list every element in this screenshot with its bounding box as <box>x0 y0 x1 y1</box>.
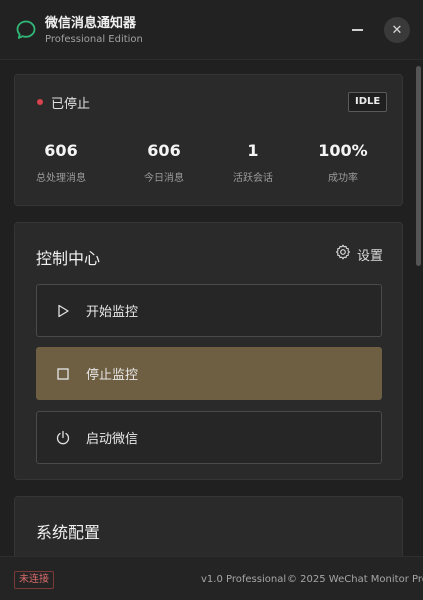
start-monitoring-button[interactable]: 开始监控 <box>36 284 382 337</box>
close-icon: ✕ <box>391 22 403 38</box>
stat-label: 成功率 <box>328 173 358 184</box>
stat-value: 100% <box>318 141 368 160</box>
scrollbar-thumb[interactable] <box>416 66 421 266</box>
copyright-text: © 2025 WeChat Monitor Pro <box>287 574 423 585</box>
app-subtitle: Professional Edition <box>45 34 143 45</box>
stop-monitoring-label: 停止监控 <box>86 368 139 383</box>
connection-status-badge: 未连接 <box>14 571 54 589</box>
minimize-button[interactable] <box>347 20 367 40</box>
settings-label: 设置 <box>357 248 384 264</box>
stat-value: 1 <box>247 141 259 160</box>
launch-wechat-label: 启动微信 <box>86 432 139 447</box>
stat-value: 606 <box>44 141 78 160</box>
version-text: v1.0 Professional <box>201 574 287 585</box>
status-footer: 未连接 v1.0 Professional © 2025 WeChat Moni… <box>0 556 423 600</box>
stat-value: 606 <box>147 141 181 160</box>
chat-bubble-icon <box>15 19 37 41</box>
stat-success-rate: 100% 成功率 <box>298 141 388 184</box>
start-monitoring-label: 开始监控 <box>86 305 139 320</box>
close-button[interactable]: ✕ <box>384 17 410 43</box>
stop-icon <box>53 364 73 384</box>
system-config-card: 系统配置 <box>14 496 403 556</box>
stat-active-sessions: 1 活跃会话 <box>208 141 298 184</box>
settings-button[interactable]: 设置 <box>335 243 383 265</box>
play-icon <box>53 301 73 321</box>
app-window: 微信消息通知器 Professional Edition ✕ 已停止 IDLE … <box>0 0 423 600</box>
gear-icon <box>335 244 351 264</box>
stat-label: 今日消息 <box>144 173 184 184</box>
stat-total-messages: 606 总处理消息 <box>16 141 106 184</box>
stat-label: 总处理消息 <box>36 173 86 184</box>
stop-monitoring-button[interactable]: 停止监控 <box>36 347 382 400</box>
status-badge: IDLE <box>348 92 388 112</box>
status-indicator <box>37 99 43 105</box>
main-content: 已停止 IDLE 606 总处理消息 606 今日消息 1 活跃会话 100% … <box>0 60 423 556</box>
minimize-icon <box>351 29 363 31</box>
launch-wechat-button[interactable]: 启动微信 <box>36 411 382 464</box>
control-center-card: 控制中心 设置 开始监控 停止监控 启动微信 <box>14 222 403 480</box>
status-text: 已停止 <box>51 97 91 112</box>
stat-label: 活跃会话 <box>233 173 273 184</box>
status-card: 已停止 IDLE 606 总处理消息 606 今日消息 1 活跃会话 100% … <box>14 74 403 206</box>
system-config-title: 系统配置 <box>36 523 101 542</box>
control-center-title: 控制中心 <box>36 249 101 268</box>
stat-today-messages: 606 今日消息 <box>119 141 209 184</box>
app-title: 微信消息通知器 <box>45 16 137 31</box>
title-bar[interactable]: 微信消息通知器 Professional Edition ✕ <box>0 0 423 60</box>
power-icon <box>53 428 73 448</box>
